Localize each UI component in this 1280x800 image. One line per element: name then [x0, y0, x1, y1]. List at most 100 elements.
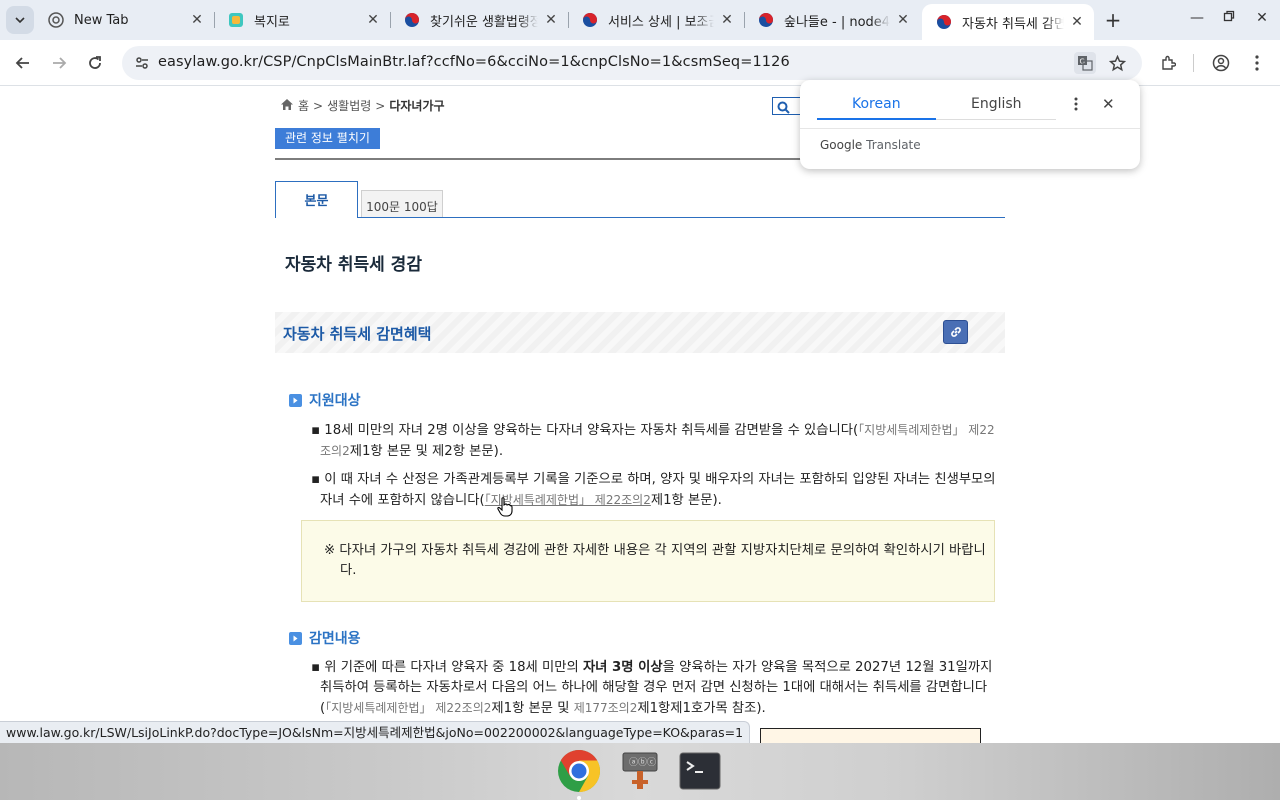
- page-title: 자동차 취득세 경감: [285, 255, 422, 275]
- web-page: 홈 > 생활법령 > 다자녀가구 관련 정보 펼치기 본문 100문 100답 …: [0, 87, 1280, 743]
- tab-title: 복지로: [254, 14, 290, 30]
- paragraph-item: ▪ 이 때 자녀 수 산정은 가족관계등록부 기록을 기준으로 하며, 양자 및…: [311, 472, 996, 508]
- paragraph-text: 18세 미만의 자녀 2명 이상을 양육하는 다자녀 양육자는 자동차 취득세를…: [324, 423, 859, 438]
- note-box: ※ 다자녀 가구의 자동차 취득세 경감에 관한 자세한 내용은 각 지역의 관…: [301, 520, 995, 602]
- tab-title: 서비스 상세 | 보조금24: [608, 14, 714, 30]
- extensions-icon[interactable]: [1154, 49, 1182, 77]
- taegeuk-favicon-icon: [936, 14, 952, 30]
- tab-gov24[interactable]: 서비스 상세 | 보조금24 ✕: [568, 4, 744, 36]
- forward-button[interactable]: [45, 49, 73, 77]
- paragraph-text: 제1항제1호가목 참조).: [637, 701, 766, 716]
- taegeuk-favicon-icon: [758, 12, 774, 28]
- bullet-arrow-icon: [289, 631, 302, 645]
- site-info-icon[interactable]: [131, 52, 153, 74]
- menu-kebab-icon[interactable]: [1243, 49, 1271, 77]
- tab-new-tab[interactable]: New Tab ✕: [34, 4, 214, 36]
- taegeuk-favicon-icon: [582, 12, 598, 28]
- paragraph-text: 제1항 본문 및: [491, 701, 574, 716]
- translate-tab-korean[interactable]: Korean: [852, 96, 901, 112]
- search-icon[interactable]: [777, 99, 790, 118]
- tab-track: [936, 119, 1056, 120]
- url-text: easylaw.go.kr/CSP/CnpClsMainBtr.laf?ccfN…: [158, 54, 790, 70]
- taegeuk-favicon-icon: [404, 12, 420, 28]
- breadcrumb-home[interactable]: 홈: [298, 97, 309, 114]
- tab-strip: New Tab ✕ 복지로 ✕ 찾기쉬운 생활법령정보 ✕ 서비스 상세 | 보…: [0, 0, 1280, 40]
- breadcrumb-level1[interactable]: 생활법령: [327, 97, 371, 114]
- link-icon: [950, 327, 961, 337]
- close-tab-icon[interactable]: ✕: [542, 11, 560, 29]
- tab-active[interactable]: 자동차 취득세 감면 ✕: [922, 4, 1094, 40]
- paragraph-item: ▪ 18세 미만의 자녀 2명 이상을 양육하는 다자녀 양육자는 자동차 취득…: [311, 423, 995, 459]
- translate-options-icon[interactable]: [1070, 94, 1082, 114]
- close-tab-icon[interactable]: ✕: [718, 11, 736, 29]
- close-tab-icon[interactable]: ✕: [1068, 13, 1086, 31]
- back-button[interactable]: [9, 49, 37, 77]
- svg-text:ⓐⓑⓒ: ⓐⓑⓒ: [629, 757, 656, 768]
- terminal-app-icon[interactable]: [677, 748, 723, 794]
- reload-button[interactable]: [81, 49, 109, 77]
- tab-easylaw[interactable]: 찾기쉬운 생활법령정보 ✕: [390, 4, 568, 36]
- translate-icon[interactable]: G: [1074, 52, 1096, 74]
- breadcrumb-separator: >: [375, 98, 386, 113]
- close-tab-icon[interactable]: ✕: [894, 11, 912, 29]
- breadcrumb-separator: >: [313, 98, 324, 113]
- paragraph-text: 제1항 본문).: [650, 493, 722, 508]
- arrow-left-icon: [15, 57, 29, 69]
- toolbar-divider: [1193, 54, 1194, 72]
- note-text: ※ 다자녀 가구의 자동차 취득세 경감에 관한 자세한 내용은 각 지역의 관…: [324, 543, 986, 578]
- paragraph-text: 위 기준에 따른 다자녀 양육자 중 18세 미만의: [324, 660, 583, 675]
- close-tab-icon[interactable]: ✕: [188, 11, 206, 29]
- tab-search-button[interactable]: [6, 6, 34, 34]
- section-title: 자동차 취득세 감면혜택: [283, 325, 432, 343]
- close-window-icon[interactable]: ✕: [1252, 10, 1272, 26]
- subsection-heading: 감면내용: [289, 628, 361, 648]
- profile-icon[interactable]: [1207, 49, 1235, 77]
- paragraph-item: ▪ 위 기준에 따른 다자녀 양육자 중 18세 미만의 자녀 3명 이상을 양…: [311, 660, 993, 716]
- address-bar[interactable]: easylaw.go.kr/CSP/CnpClsMainBtr.laf?ccfN…: [122, 46, 1142, 80]
- subsection-heading: 지원대상: [289, 390, 361, 410]
- related-info-button[interactable]: 관련 정보 펼치기: [275, 128, 380, 149]
- translate-brand: Translate: [866, 138, 921, 152]
- tab-title: New Tab: [74, 12, 129, 28]
- tab-bokjiro[interactable]: 복지로 ✕: [214, 4, 390, 36]
- tab-body-content[interactable]: 본문: [275, 181, 358, 218]
- paragraph-emphasis: 자녀 3명 이상: [582, 660, 663, 675]
- tab-100qa[interactable]: 100문 100답: [361, 190, 443, 218]
- copy-link-button[interactable]: [943, 320, 968, 344]
- reload-icon: [89, 56, 101, 69]
- bullet-arrow-icon: [289, 393, 302, 407]
- tab-title: 자동차 취득세 감면: [962, 16, 1064, 32]
- table-top-edge: [760, 728, 981, 743]
- minimize-icon[interactable]: —: [1187, 10, 1207, 26]
- chrome-app-icon[interactable]: [556, 748, 602, 794]
- translate-tab-english[interactable]: English: [971, 96, 1022, 112]
- breadcrumb-current: 다자녀가구: [389, 99, 445, 113]
- tab-title: 찾기쉬운 생활법령정보: [430, 14, 538, 30]
- running-indicator: [577, 796, 581, 800]
- chrome-icon: [48, 12, 64, 28]
- translate-close-icon[interactable]: ✕: [1102, 95, 1115, 113]
- law-reference-link[interactable]: 제177조의2: [574, 701, 638, 715]
- subsection-heading-text: 감면내용: [309, 631, 361, 647]
- bokjiro-favicon-icon: [228, 12, 244, 28]
- restore-icon[interactable]: [1219, 10, 1239, 26]
- section-header: 자동차 취득세 감면혜택: [275, 312, 1005, 353]
- taskbar-dock: ⓐⓑⓒ: [0, 743, 1280, 800]
- translate-popup: Korean English ✕ Google Translate: [800, 80, 1140, 169]
- bookmark-star-icon[interactable]: [1106, 52, 1128, 74]
- translate-branding: Google Translate: [820, 138, 921, 152]
- tab-title: 숲나들e - | node4: [784, 14, 890, 30]
- chevron-down-icon: [15, 17, 25, 24]
- hand-cursor-icon: [497, 497, 513, 521]
- google-brand: Google: [820, 138, 863, 152]
- law-reference-link[interactable]: 「지방세특례제한법」 제22조의2: [325, 701, 491, 715]
- active-tab-indicator: [817, 118, 936, 120]
- archive-app-icon[interactable]: ⓐⓑⓒ: [617, 748, 663, 794]
- tab-underline: [275, 217, 1005, 218]
- tab-forest[interactable]: 숲나들e - | node4 ✕: [744, 4, 920, 36]
- subsection-heading-text: 지원대상: [309, 393, 361, 409]
- home-icon[interactable]: [280, 98, 294, 114]
- close-tab-icon[interactable]: ✕: [364, 11, 382, 29]
- status-link-preview: www.law.go.kr/LSW/LsiJoLinkP.do?docType=…: [0, 721, 751, 743]
- new-tab-button[interactable]: +: [1102, 8, 1124, 32]
